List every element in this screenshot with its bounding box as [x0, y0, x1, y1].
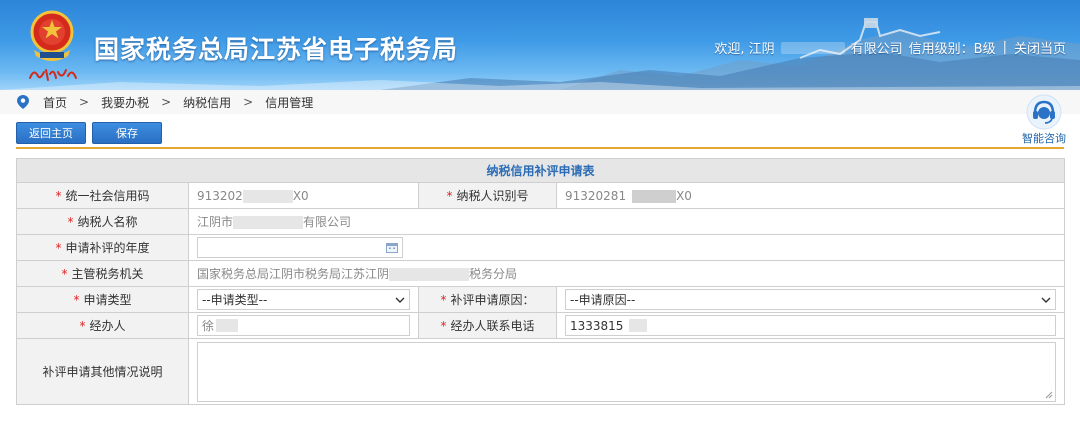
breadcrumb-arrow: >	[243, 95, 254, 109]
breadcrumb-arrow: >	[161, 95, 172, 109]
other-notes-textarea[interactable]	[197, 341, 1057, 402]
breadcrumb-credit-management[interactable]: 信用管理	[265, 94, 313, 111]
site-title: 国家税务总局江苏省电子税务局	[94, 35, 459, 64]
redacted-digits	[242, 189, 293, 203]
calendar-icon[interactable]	[386, 242, 398, 253]
handler-cell: 徐	[188, 312, 419, 339]
required-mark: *	[440, 319, 447, 333]
required-mark: *	[79, 319, 86, 333]
separator: |	[1002, 40, 1007, 55]
china-tax-signature-icon	[29, 69, 77, 81]
taxpayer-name-value: 江阴市 有限公司	[187, 208, 1066, 235]
close-page-link[interactable]: 关闭当页	[1014, 38, 1066, 57]
required-mark: *	[73, 293, 80, 307]
tax-authority-value: 国家税务总局江阴市税务局江苏江阴 税务分局	[187, 260, 1066, 287]
required-mark: *	[55, 189, 62, 203]
tax-authority-label: * 主管税务机关	[16, 260, 189, 287]
chevron-down-icon	[395, 297, 405, 303]
handler-label: * 经办人	[16, 312, 189, 339]
required-mark: *	[61, 267, 68, 281]
breadcrumb-tax-credit[interactable]: 纳税信用	[183, 94, 231, 111]
required-mark: *	[55, 241, 62, 255]
save-button[interactable]: 保存	[92, 122, 162, 144]
apply-type-cell: --申请类型--	[188, 286, 419, 313]
redacted-company-name	[780, 41, 845, 54]
handler-phone-input[interactable]: 1333815	[565, 315, 1057, 336]
required-mark: *	[446, 189, 453, 203]
smart-consult-widget[interactable]: 智能咨询	[1016, 90, 1072, 145]
user-bar: 欢迎, 江阴 有限公司 信用级别：B级 | 关闭当页	[714, 38, 1066, 57]
handler-phone-label: * 经办人联系电话	[418, 312, 557, 339]
breadcrumb-home[interactable]: 首页	[43, 94, 67, 111]
resize-grip-icon[interactable]	[1045, 391, 1053, 399]
apply-type-select[interactable]: --申请类型--	[197, 289, 410, 310]
other-notes-cell	[187, 338, 1066, 405]
back-home-button[interactable]: 返回主页	[16, 122, 86, 144]
redacted-name	[216, 319, 239, 332]
credit-level: 信用级别：B级	[908, 42, 996, 57]
breadcrumb: 首页 > 我要办税 > 纳税信用 > 信用管理	[0, 90, 1080, 114]
redacted-digits	[632, 189, 677, 203]
year-label: * 申请补评的年度	[16, 234, 189, 261]
taxpayer-id-value: 91320281 X0	[555, 182, 1066, 209]
handler-phone-cell: 1333815	[555, 312, 1066, 339]
welcome-text: 欢迎, 江阴	[714, 42, 775, 57]
reason-cell: --申请原因--	[555, 286, 1066, 313]
header-banner: 国家税务总局江苏省电子税务局 欢迎, 江阴 有限公司 信用级别：B级 | 关闭当…	[0, 0, 1080, 90]
apply-type-label: * 申请类型	[16, 286, 189, 313]
year-input[interactable]	[197, 237, 403, 258]
redacted-name	[233, 216, 304, 229]
handler-input[interactable]: 徐	[197, 315, 410, 336]
reason-label: * 补评申请原因：	[418, 286, 557, 313]
chevron-down-icon	[1041, 297, 1051, 303]
customer-service-icon	[1026, 94, 1062, 130]
other-notes-label: 补评申请其他情况说明	[16, 338, 189, 405]
breadcrumb-tax-affairs[interactable]: 我要办税	[101, 94, 149, 111]
breadcrumb-arrow: >	[79, 95, 90, 109]
credit-code-label: * 统一社会信用码	[16, 182, 189, 209]
redacted-branch	[389, 268, 470, 281]
toolbar-divider	[16, 147, 1064, 149]
location-pin-icon	[17, 95, 29, 109]
reason-select[interactable]: --申请原因--	[565, 289, 1057, 310]
form-caption: 纳税信用补评申请表	[15, 158, 1066, 183]
credit-review-form: 纳税信用补评申请表 * 统一社会信用码 913202 X0 * 纳税人识别号 9132…	[15, 158, 1066, 405]
national-emblem-icon	[30, 10, 74, 61]
credit-code-value: 913202 X0	[188, 182, 419, 209]
redacted-digits	[629, 319, 648, 332]
required-mark: *	[440, 293, 447, 307]
required-mark: *	[67, 215, 74, 229]
smart-consult-label: 智能咨询	[1022, 132, 1066, 145]
year-cell	[187, 234, 1066, 261]
taxpayer-id-label: * 纳税人识别号	[418, 182, 557, 209]
welcome-company-suffix: 有限公司	[850, 42, 903, 57]
taxpayer-name-label: * 纳税人名称	[16, 208, 189, 235]
